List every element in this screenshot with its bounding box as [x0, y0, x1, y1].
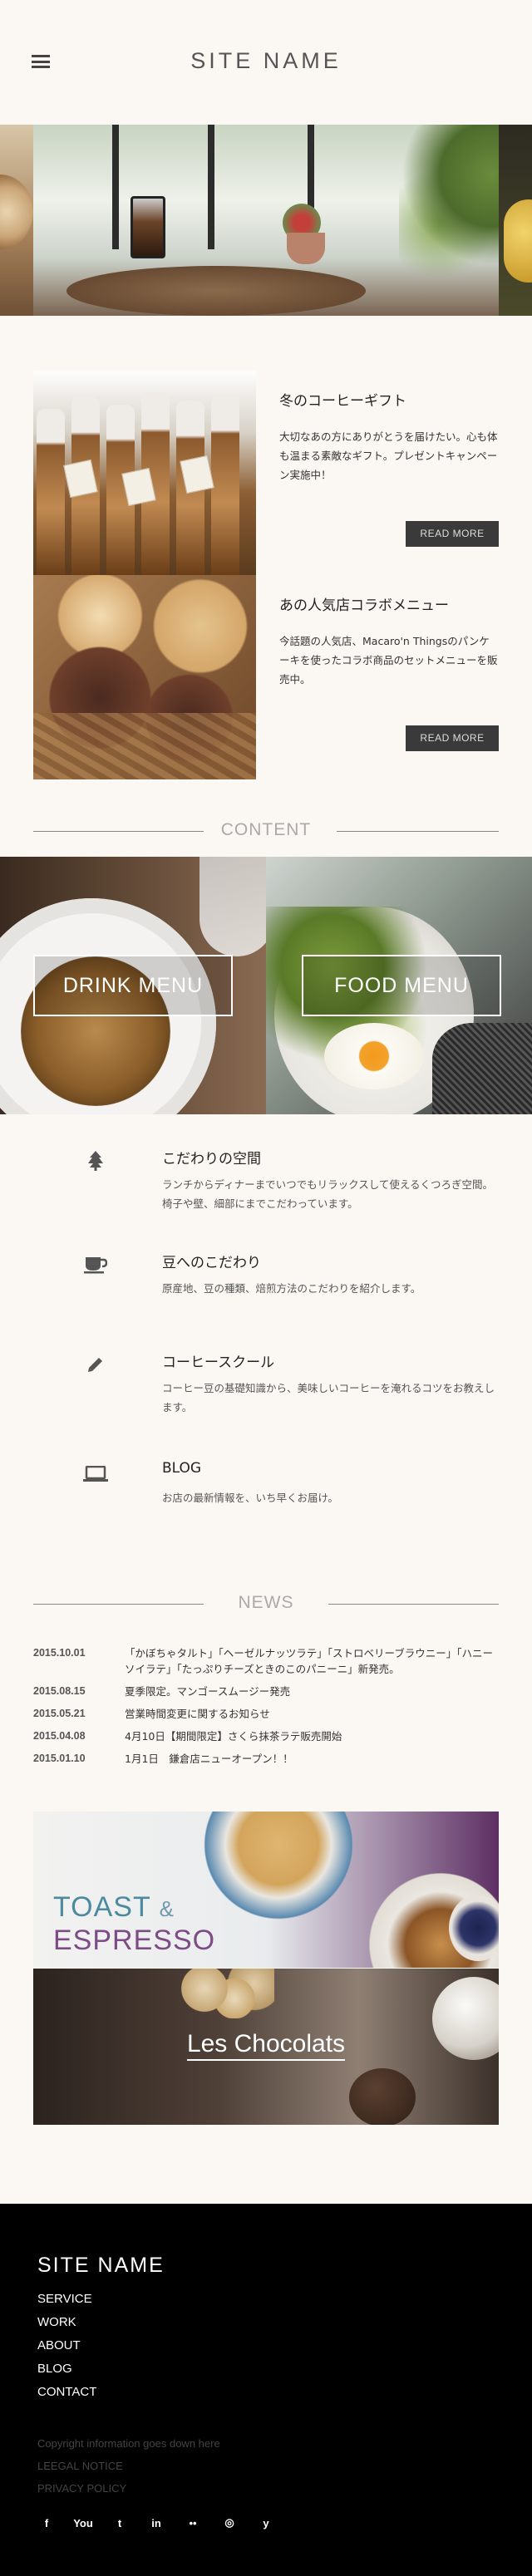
news-date: 2015.01.10 — [33, 1753, 86, 1764]
food-menu-button[interactable]: FOOD MENU — [302, 955, 501, 1016]
feature-item-title: 豆へのこだわり — [162, 1255, 261, 1271]
site-footer: SITE NAME SERVICE WORK ABOUT BLOG CONTAC… — [0, 2204, 532, 2576]
feature-text: 大切なあの方にありがとうを届けたい。心も体も温まる素敵なギフト。プレゼントキャン… — [279, 430, 498, 481]
site-header: SITE NAME — [0, 0, 532, 125]
hero-right-slide[interactable] — [499, 125, 532, 316]
news-item[interactable]: 2015.05.21 営業時間変更に関するお知らせ — [33, 1706, 499, 1722]
banner-title-toast: TOAST & — [53, 1891, 175, 1923]
read-more-button[interactable]: READ MORE — [406, 725, 499, 751]
chocolats-banner[interactable]: Les Chocolats — [33, 1969, 499, 2125]
facebook-icon[interactable]: f — [37, 2514, 56, 2532]
news-date: 2015.10.01 — [33, 1647, 86, 1659]
flickr-icon[interactable]: •• — [184, 2514, 202, 2532]
footer-link-about[interactable]: ABOUT — [37, 2334, 96, 2357]
linkedin-icon[interactable]: in — [147, 2514, 165, 2532]
feature-item-title: こだわりの空間 — [162, 1151, 261, 1168]
read-more-button[interactable]: READ MORE — [406, 521, 499, 547]
content-heading-label: CONTENT — [220, 820, 312, 839]
feature-item-desc: 原産地、豆の種類、焙煎方法のこだわりを紹介します。 — [162, 1282, 421, 1295]
news-heading-label: NEWS — [238, 1593, 294, 1612]
footer-link-contact[interactable]: CONTACT — [37, 2381, 96, 2404]
yelp-icon[interactable]: y — [257, 2514, 275, 2532]
news-message: 夏季限定。マンゴースムージー発売 — [125, 1685, 291, 1698]
feature-item-title: BLOG — [162, 1460, 202, 1477]
site-title[interactable]: SITE NAME — [0, 48, 532, 74]
menu-tiles: DRINK MENU FOOD MENU — [0, 857, 532, 1114]
privacy-policy-link[interactable]: PRIVACY POLICY — [37, 2477, 220, 2500]
toast-espresso-banner[interactable]: TOAST & ESPRESSO — [33, 1812, 499, 1968]
footer-link-work[interactable]: WORK — [37, 2311, 96, 2334]
tree-icon — [83, 1148, 108, 1173]
page: SITE NAME 冬のコーヒーギフト 大切なあの方にありがとうを届けたい。心も… — [0, 0, 532, 2576]
feature-winter-gift: 冬のコーヒーギフト 大切なあの方にありがとうを届けたい。心も体も温まる素敵なギフ… — [33, 371, 499, 575]
news-item[interactable]: 2015.10.01 「かぼちゃタルト」「ヘーゼルナッツラテ」「ストロベリーブラ… — [33, 1645, 499, 1677]
hero-image — [0, 125, 532, 316]
news-date: 2015.08.15 — [33, 1685, 86, 1697]
banner-title-espresso: ESPRESSO — [53, 1925, 216, 1956]
food-menu-tile[interactable]: FOOD MENU — [266, 857, 532, 1114]
feature-item-desc: ランチからディナーまでいつでもリラックスして使えるくつろぎ空間。椅子や壁、細部に… — [162, 1178, 494, 1210]
footer-link-blog[interactable]: BLOG — [37, 2357, 96, 2381]
news-list: 2015.10.01 「かぼちゃタルト」「ヘーゼルナッツラテ」「ストロベリーブラ… — [33, 1645, 499, 1773]
footer-link-service[interactable]: SERVICE — [37, 2288, 96, 2311]
hero-left-slide[interactable] — [0, 125, 33, 316]
copyright-text: Copyright information goes down here — [37, 2437, 220, 2450]
laptop-icon — [83, 1462, 108, 1487]
pencil-icon — [83, 1352, 108, 1377]
news-message: 4月10日【期間限定】さくら抹茶ラテ販売開始 — [125, 1730, 342, 1743]
feature-item-title: コーヒースクール — [162, 1354, 275, 1371]
feature-title: 冬のコーヒーギフト — [279, 393, 406, 410]
footer-meta: Copyright information goes down here LEE… — [37, 2432, 220, 2500]
drink-menu-tile[interactable]: DRINK MENU — [0, 857, 266, 1114]
footer-site-name[interactable]: SITE NAME — [37, 2254, 165, 2278]
news-date: 2015.04.08 — [33, 1730, 86, 1742]
news-message: 「かぼちゃタルト」「ヘーゼルナッツラテ」「ストロベリーブラウニー」「ハニーソイラ… — [125, 1647, 494, 1675]
news-message: 営業時間変更に関するお知らせ — [125, 1708, 270, 1720]
news-item[interactable]: 2015.04.08 4月10日【期間限定】さくら抹茶ラテ販売開始 — [33, 1728, 499, 1744]
coffee-cup-icon — [83, 1252, 108, 1277]
social-links: f You t in •• ◎ y — [37, 2514, 275, 2532]
news-heading: NEWS — [33, 1591, 499, 1616]
news-item[interactable]: 2015.01.10 1月1日 鎌倉店ニューオープン！！ — [33, 1751, 499, 1767]
youtube-icon[interactable]: You — [73, 2514, 93, 2532]
footer-nav: SERVICE WORK ABOUT BLOG CONTACT — [37, 2288, 96, 2404]
content-heading: CONTENT — [33, 819, 499, 843]
feature-image-cakes — [33, 575, 256, 779]
feature-text: 今話題の人気店、Macaro'n Thingsのパンケーキを使ったコラボ商品のセ… — [279, 635, 498, 686]
drink-menu-button[interactable]: DRINK MENU — [33, 955, 233, 1016]
instagram-icon[interactable]: ◎ — [220, 2514, 239, 2532]
news-date: 2015.05.21 — [33, 1708, 86, 1719]
feature-collab-menu: あの人気店コラボメニュー 今話題の人気店、Macaro'n Thingsのパンケ… — [33, 575, 499, 779]
feature-item-desc: コーヒー豆の基礎知識から、美味しいコーヒーを淹れるコツをお教えします。 — [162, 1382, 495, 1413]
banner-title-chocolats: Les Chocolats — [33, 2030, 499, 2061]
twitter-icon[interactable]: t — [111, 2514, 129, 2532]
hero-main-slide — [33, 125, 532, 316]
news-message: 1月1日 鎌倉店ニューオープン！！ — [125, 1753, 293, 1765]
news-item[interactable]: 2015.08.15 夏季限定。マンゴースムージー発売 — [33, 1684, 499, 1699]
legal-notice-link[interactable]: LEEGAL NOTICE — [37, 2455, 220, 2477]
feature-title: あの人気店コラボメニュー — [279, 597, 449, 614]
feature-item-desc: お店の最新情報を、いち早くお届け。 — [162, 1492, 338, 1504]
feature-image-bottles — [33, 371, 256, 575]
